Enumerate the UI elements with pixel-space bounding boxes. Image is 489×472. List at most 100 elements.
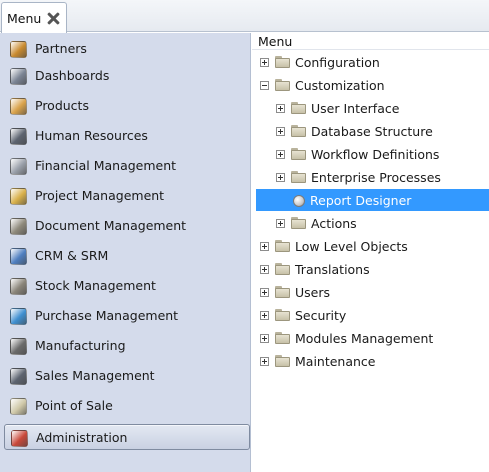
- nav-item-document-management[interactable]: Document Management: [4, 213, 250, 239]
- nav-item-products[interactable]: Products: [4, 93, 250, 119]
- folder-icon: [275, 355, 290, 367]
- nav-item-label: Products: [35, 98, 89, 113]
- folder-icon: [275, 332, 290, 344]
- collapse-icon[interactable]: [260, 80, 269, 90]
- nav-item-label: Document Management: [35, 218, 187, 233]
- expand-icon[interactable]: [276, 218, 285, 228]
- nav-item-human-resources[interactable]: Human Resources: [4, 123, 250, 149]
- calculator-icon: [10, 128, 27, 145]
- tree-node-label: Translations: [295, 261, 370, 277]
- main-menu-panel: Partners Dashboards Products Human Resource…: [0, 33, 251, 472]
- expand-icon[interactable]: [260, 241, 269, 251]
- clock-icon: [10, 188, 27, 205]
- nav-item-partners[interactable]: Partners: [4, 36, 250, 62]
- report-designer-icon: [291, 193, 305, 207]
- expand-icon[interactable]: [276, 103, 285, 113]
- tree-node-label: Configuration: [295, 54, 380, 70]
- tree-node-configuration[interactable]: Configuration: [260, 51, 380, 73]
- tree-node-label: Low Level Objects: [295, 238, 408, 254]
- financial-icon: [10, 158, 27, 175]
- nav-item-sales-management[interactable]: Sales Management: [4, 363, 250, 389]
- tree-node-label: Database Structure: [311, 123, 433, 139]
- nav-item-label: Project Management: [35, 188, 165, 203]
- administration-icon: [11, 430, 28, 447]
- purchase-icon: [10, 308, 27, 325]
- tree-node-report-designer[interactable]: Report Designer: [256, 189, 489, 211]
- expand-icon[interactable]: [276, 126, 285, 136]
- tree-node-low-level-objects[interactable]: Low Level Objects: [260, 235, 408, 257]
- nav-item-purchase-management[interactable]: Purchase Management: [4, 303, 250, 329]
- nav-item-label: Human Resources: [35, 128, 148, 143]
- partners-icon: [10, 41, 27, 58]
- tree-node-label: Security: [295, 307, 347, 323]
- folder-icon: [291, 171, 306, 183]
- tree-node-workflow-definitions[interactable]: Workflow Definitions: [276, 143, 439, 165]
- expand-icon[interactable]: [260, 57, 269, 67]
- tree-node-actions[interactable]: Actions: [276, 212, 357, 234]
- nav-item-point-of-sale[interactable]: Point of Sale: [4, 393, 250, 419]
- expand-icon[interactable]: [276, 172, 285, 182]
- nav-item-dashboards[interactable]: Dashboards: [4, 63, 250, 89]
- expand-icon[interactable]: [260, 310, 269, 320]
- tree-node-customization[interactable]: Customization: [260, 74, 385, 96]
- tab-strip: Menu: [0, 0, 489, 33]
- folder-icon: [291, 148, 306, 160]
- sales-icon: [10, 368, 27, 385]
- folder-icon: [275, 309, 290, 321]
- expand-icon[interactable]: [276, 149, 285, 159]
- tree-node-label: Actions: [311, 215, 357, 231]
- nav-item-manufacturing[interactable]: Manufacturing: [4, 333, 250, 359]
- tree-node-database-structure[interactable]: Database Structure: [276, 120, 433, 142]
- nav-item-label: Manufacturing: [35, 338, 126, 353]
- folder-icon: [275, 240, 290, 252]
- nav-item-label: Stock Management: [35, 278, 156, 293]
- expand-icon[interactable]: [260, 356, 269, 366]
- folder-icon: [291, 125, 306, 137]
- stock-icon: [10, 278, 27, 295]
- nav-item-stock-management[interactable]: Stock Management: [4, 273, 250, 299]
- manufacturing-icon: [10, 338, 27, 355]
- close-icon[interactable]: [47, 12, 60, 25]
- tree-node-security[interactable]: Security: [260, 304, 346, 326]
- nav-item-financial-management[interactable]: Financial Management: [4, 153, 250, 179]
- folder-icon: [291, 102, 306, 114]
- expand-icon[interactable]: [260, 287, 269, 297]
- document-icon: [10, 218, 27, 235]
- expand-icon[interactable]: [260, 333, 269, 343]
- tree-node-label: Users: [295, 284, 331, 300]
- nav-item-label: Purchase Management: [35, 308, 179, 323]
- folder-icon: [275, 263, 290, 275]
- folder-icon: [291, 217, 306, 229]
- nav-item-label: Dashboards: [35, 68, 110, 83]
- nav-item-crm-srm[interactable]: CRM & SRM: [4, 243, 250, 269]
- tree-node-label: Report Designer: [310, 192, 412, 208]
- tree-node-user-interface[interactable]: User Interface: [276, 97, 399, 119]
- expand-icon[interactable]: [260, 264, 269, 274]
- folder-icon: [10, 398, 27, 415]
- products-icon: [10, 98, 27, 115]
- tree-node-users[interactable]: Users: [260, 281, 330, 303]
- tree-node-maintenance[interactable]: Maintenance: [260, 350, 376, 372]
- tab-menu-label: Menu: [7, 10, 42, 26]
- tree-node-translations[interactable]: Translations: [260, 258, 370, 280]
- tree-node-label: Maintenance: [295, 353, 376, 369]
- tree-node-label: Modules Management: [295, 330, 434, 346]
- tree-header-divider: [252, 49, 489, 50]
- folder-icon: [275, 56, 290, 68]
- crm-icon: [10, 248, 27, 265]
- nav-item-administration[interactable]: Administration: [4, 424, 250, 450]
- nav-item-label: Point of Sale: [35, 398, 113, 413]
- tree-header: Menu: [258, 34, 293, 49]
- folder-icon: [275, 79, 290, 91]
- nav-item-label: Partners: [35, 41, 87, 56]
- nav-item-project-management[interactable]: Project Management: [4, 183, 250, 209]
- tree-node-label: Workflow Definitions: [311, 146, 440, 162]
- tree-node-label: User Interface: [311, 100, 400, 116]
- tab-menu[interactable]: Menu: [1, 2, 67, 33]
- nav-item-label: CRM & SRM: [35, 248, 109, 263]
- tree-node-label: Enterprise Processes: [311, 169, 441, 185]
- tree-node-modules-management[interactable]: Modules Management: [260, 327, 433, 349]
- tree-node-label: Customization: [295, 77, 385, 93]
- nav-item-label: Financial Management: [35, 158, 177, 173]
- tree-node-enterprise-processes[interactable]: Enterprise Processes: [276, 166, 441, 188]
